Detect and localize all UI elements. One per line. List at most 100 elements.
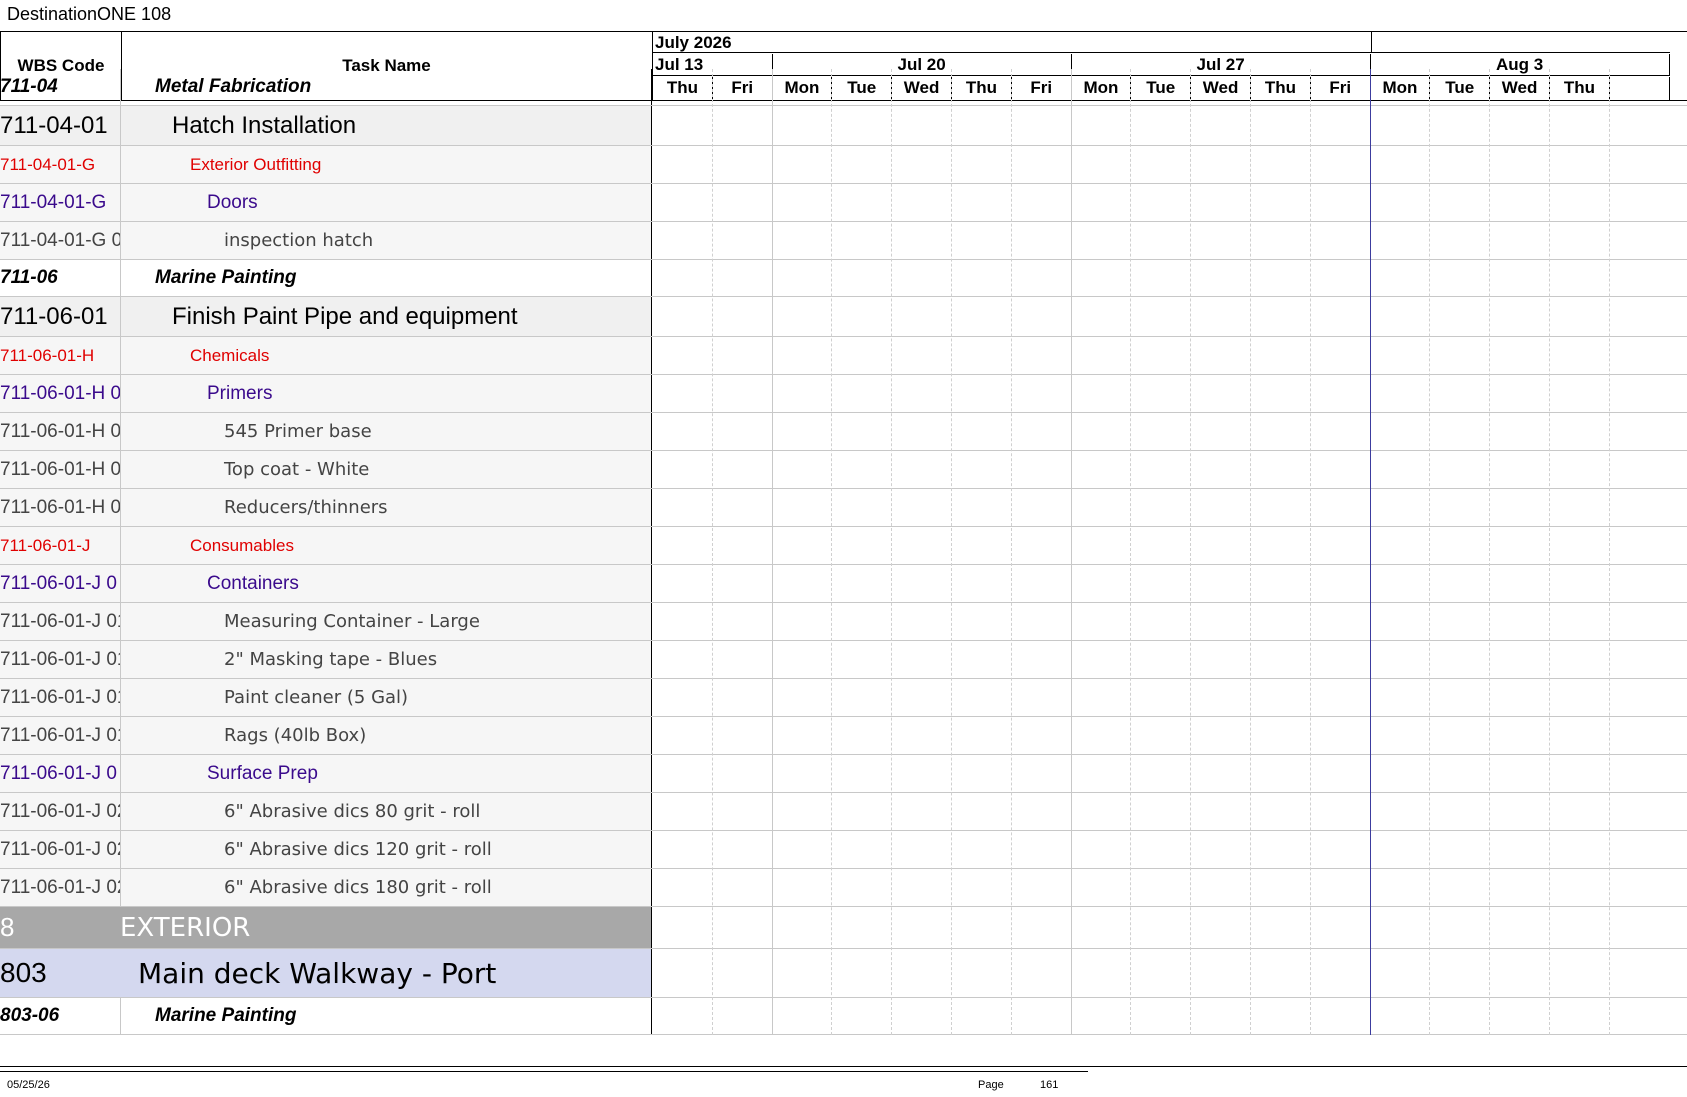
task-name-cell[interactable]: Consumables	[121, 527, 652, 564]
timescale-month: July 2026	[653, 32, 1371, 53]
task-name-cell[interactable]: Exterior Outfitting	[121, 146, 652, 183]
table-row[interactable]: 711-06-01-H Chemicals	[0, 337, 1687, 375]
task-name-cell[interactable]: Chemicals	[121, 337, 652, 374]
task-name-text: 6" Abrasive dics 120 grit - roll	[224, 839, 492, 860]
wbs-code-text: 711-06-01-H 01	[0, 420, 121, 442]
table-row[interactable]: 711-06-01-J 02 6" Abrasive dics 180 grit …	[0, 869, 1687, 907]
wbs-code-cell[interactable]: 803	[0, 949, 121, 997]
table-row[interactable]: 711-04-01-G Exterior Outfitting	[0, 146, 1687, 184]
table-row[interactable]: 711-06-01-H 01 Top coat - White	[0, 451, 1687, 489]
table-row[interactable]: 711-04-01 Hatch Installation	[0, 106, 1687, 146]
task-name-cell[interactable]: Surface Prep	[121, 755, 652, 792]
table-row[interactable]: 711-06-01 Finish Paint Pipe and equipment	[0, 297, 1687, 337]
wbs-code-cell[interactable]: 711-06	[0, 260, 121, 296]
task-name-cell[interactable]: Measuring Container - Large	[121, 603, 652, 640]
table-row[interactable]: 711-06-01-J 02 6" Abrasive dics 80 grit -…	[0, 793, 1687, 831]
wbs-code-text: 711-06-01-J	[0, 535, 91, 555]
task-name-cell[interactable]: inspection hatch	[121, 222, 652, 259]
table-row[interactable]: 711-06-01-H 01 545 Primer base	[0, 413, 1687, 451]
wbs-code-cell[interactable]: 711-04-01-G 01	[0, 222, 121, 259]
task-name-cell[interactable]: Marine Painting	[121, 260, 652, 296]
task-name-text: Reducers/thinners	[224, 497, 388, 518]
table-row[interactable]: 711-04 Metal Fabrication	[0, 69, 1687, 106]
table-row[interactable]: 711-06-01-J 0 Surface Prep	[0, 755, 1687, 793]
wbs-code-cell[interactable]: 711-06-01-J 0	[0, 565, 121, 602]
table-row[interactable]: 711-06-01-J 01 Rags (40lb Box)	[0, 717, 1687, 755]
task-name-cell[interactable]: Hatch Installation	[121, 106, 652, 145]
wbs-code-cell[interactable]: 711-06-01-H 01	[0, 451, 121, 488]
wbs-code-cell[interactable]: 711-06-01	[0, 297, 121, 336]
task-name-cell[interactable]: 6" Abrasive dics 80 grit - roll	[121, 793, 652, 830]
table-row[interactable]: 711-06-01-H 01 Reducers/thinners	[0, 489, 1687, 527]
task-name-cell[interactable]: Doors	[121, 184, 652, 221]
wbs-code-cell[interactable]: 711-06-01-J 01	[0, 641, 121, 678]
wbs-code-text: 711-04	[0, 76, 58, 97]
table-row[interactable]: 8 EXTERIOR	[0, 907, 1687, 949]
task-name-cell[interactable]: Finish Paint Pipe and equipment	[121, 297, 652, 336]
task-name-cell[interactable]: Paint cleaner (5 Gal)	[121, 679, 652, 716]
task-name-cell[interactable]: 6" Abrasive dics 120 grit - roll	[121, 831, 652, 868]
wbs-code-cell[interactable]: 8	[0, 907, 121, 948]
task-name-text: Finish Paint Pipe and equipment	[172, 302, 518, 330]
task-name-text: 2" Masking tape - Blues	[224, 649, 438, 670]
wbs-code-cell[interactable]: 711-06-01-H 01	[0, 413, 121, 450]
wbs-code-cell[interactable]: 711-06-01-J 01	[0, 717, 121, 754]
task-name-text: Surface Prep	[207, 762, 318, 784]
table-row[interactable]: 711-04-01-G 01 inspection hatch	[0, 222, 1687, 260]
wbs-code-text: 711-06-01-J 0	[0, 572, 117, 594]
wbs-code-cell[interactable]: 711-06-01-J	[0, 527, 121, 564]
wbs-code-cell[interactable]: 803-06	[0, 998, 121, 1034]
table-row[interactable]: 711-06-01-J 01 Measuring Container - Larg…	[0, 603, 1687, 641]
wbs-code-cell[interactable]: 711-04	[0, 69, 121, 105]
wbs-code-cell[interactable]: 711-04-01	[0, 106, 121, 145]
task-name-cell[interactable]: 6" Abrasive dics 180 grit - roll	[121, 869, 652, 906]
wbs-code-cell[interactable]: 711-06-01-H 01	[0, 489, 121, 526]
task-name-cell[interactable]: 545 Primer base	[121, 413, 652, 450]
wbs-code-text: 711-06-01-H 0	[0, 382, 121, 404]
table-row[interactable]: 803 Main deck Walkway - Port	[0, 949, 1687, 998]
wbs-code-text: 8	[0, 912, 15, 942]
task-name-text: inspection hatch	[224, 230, 374, 251]
task-name-cell[interactable]: Containers	[121, 565, 652, 602]
task-name-text: Hatch Installation	[172, 111, 357, 139]
wbs-code-cell[interactable]: 711-04-01-G	[0, 146, 121, 183]
wbs-code-text: 711-06-01-J 0	[0, 762, 117, 784]
wbs-code-text: 711-06-01-J 02	[0, 838, 121, 860]
wbs-code-text: 711-04-01-G	[0, 154, 96, 174]
wbs-code-cell[interactable]: 711-06-01-J 02	[0, 793, 121, 830]
task-name-cell[interactable]: Top coat - White	[121, 451, 652, 488]
task-name-cell[interactable]: Primers	[121, 375, 652, 412]
task-name-cell[interactable]: Rags (40lb Box)	[121, 717, 652, 754]
task-name-text: Doors	[207, 191, 258, 213]
task-name-cell[interactable]: Marine Painting	[121, 998, 652, 1034]
wbs-code-cell[interactable]: 711-06-01-J 01	[0, 603, 121, 640]
table-row[interactable]: 711-06-01-J Consumables	[0, 527, 1687, 565]
table-row[interactable]: 711-06-01-H 0 Primers	[0, 375, 1687, 413]
wbs-code-text: 711-06-01-J 01	[0, 686, 121, 708]
wbs-code-cell[interactable]: 711-04-01-G	[0, 184, 121, 221]
wbs-code-cell[interactable]: 711-06-01-H	[0, 337, 121, 374]
wbs-code-text: 711-06-01-J 01	[0, 724, 121, 746]
task-name-text: Containers	[207, 572, 299, 594]
table-row[interactable]: 711-06-01-J 01 Paint cleaner (5 Gal)	[0, 679, 1687, 717]
table-row[interactable]: 711-04-01-G Doors	[0, 184, 1687, 222]
wbs-code-cell[interactable]: 711-06-01-J 0	[0, 755, 121, 792]
table-row[interactable]: 803-06 Marine Painting	[0, 998, 1687, 1035]
document-title: DestinationONE 108	[7, 4, 172, 24]
wbs-code-cell[interactable]: 711-06-01-J 01	[0, 679, 121, 716]
task-name-text: Top coat - White	[224, 459, 370, 480]
wbs-code-cell[interactable]: 711-06-01-H 0	[0, 375, 121, 412]
table-bottom-border	[0, 1066, 1687, 1067]
wbs-code-text: 803	[0, 957, 47, 988]
table-row[interactable]: 711-06 Marine Painting	[0, 260, 1687, 297]
footer-rule	[0, 1071, 1088, 1072]
task-name-text: EXTERIOR	[120, 912, 251, 943]
wbs-code-cell[interactable]: 711-06-01-J 02	[0, 831, 121, 868]
table-row[interactable]: 711-06-01-J 01 2" Masking tape - Blues	[0, 641, 1687, 679]
task-name-cell[interactable]: Metal Fabrication	[121, 69, 652, 105]
task-name-cell[interactable]: 2" Masking tape - Blues	[121, 641, 652, 678]
wbs-code-cell[interactable]: 711-06-01-J 02	[0, 869, 121, 906]
task-name-cell[interactable]: Reducers/thinners	[121, 489, 652, 526]
table-row[interactable]: 711-06-01-J 0 Containers	[0, 565, 1687, 603]
table-row[interactable]: 711-06-01-J 02 6" Abrasive dics 120 grit …	[0, 831, 1687, 869]
